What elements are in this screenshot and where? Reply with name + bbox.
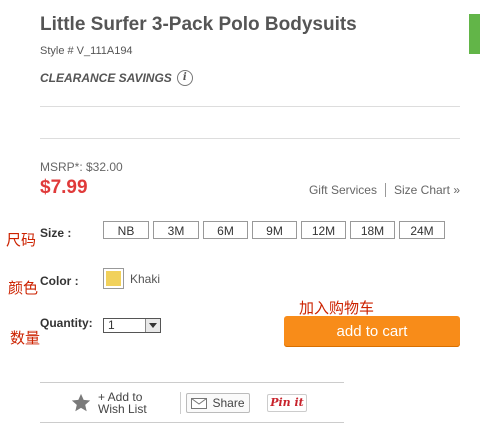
divider — [40, 382, 344, 383]
color-label: Color : — [40, 274, 79, 288]
size-option-3m[interactable]: 3M — [153, 221, 199, 239]
wishlist-line2: Wish List — [98, 402, 147, 416]
product-title: Little Surfer 3-Pack Polo Bodysuits — [40, 14, 357, 35]
green-corner-tab — [469, 14, 480, 54]
size-label: Size : — [40, 226, 72, 240]
quantity-value: 1 — [108, 318, 115, 332]
info-icon[interactable]: i — [176, 70, 193, 86]
product-links: Gift Services Size Chart » — [309, 183, 460, 197]
link-separator — [384, 183, 386, 197]
color-swatch-khaki[interactable] — [103, 268, 124, 289]
color-annotation: 颜色 — [8, 279, 39, 297]
divider — [40, 422, 344, 423]
color-name: Khaki — [130, 272, 161, 286]
size-annotation: 尺码 — [6, 231, 37, 249]
swatch-fill — [106, 271, 121, 286]
divider — [40, 106, 460, 107]
size-chart-link[interactable]: Size Chart » — [394, 183, 460, 197]
quantity-label: Quantity: — [40, 316, 93, 330]
size-option-12m[interactable]: 12M — [301, 221, 346, 239]
share-label: Share — [212, 396, 245, 410]
quantity-annotation: 数量 — [10, 329, 41, 347]
wishlist-label: + Add to Wish List — [98, 391, 147, 415]
gift-services-link[interactable]: Gift Services — [309, 183, 377, 197]
size-option-nb[interactable]: NB — [103, 221, 149, 239]
size-option-24m[interactable]: 24M — [399, 221, 445, 239]
sale-price: $7.99 — [40, 177, 88, 198]
star-icon — [71, 393, 91, 412]
quantity-select[interactable]: 1 — [103, 318, 161, 333]
divider — [180, 392, 181, 414]
size-option-18m[interactable]: 18M — [350, 221, 395, 239]
size-option-9m[interactable]: 9M — [252, 221, 297, 239]
msrp-price: MSRP*: $32.00 — [40, 160, 123, 174]
add-to-wishlist-button[interactable]: + Add to Wish List — [70, 391, 147, 415]
envelope-icon — [191, 397, 208, 409]
chevron-down-icon[interactable] — [145, 319, 160, 332]
style-number: Style # V_111A194 — [40, 45, 133, 57]
add-to-cart-button[interactable]: add to cart — [284, 316, 460, 347]
size-options: NB 3M 6M 9M 12M 18M 24M — [103, 221, 445, 239]
pinterest-pin-button[interactable]: Pin it — [267, 394, 307, 412]
add-to-cart-annotation: 加入购物车 — [299, 299, 375, 317]
clearance-label: CLEARANCE SAVINGS — [40, 71, 172, 85]
size-option-6m[interactable]: 6M — [203, 221, 248, 239]
clearance-savings: CLEARANCE SAVINGS i — [40, 70, 193, 86]
divider — [40, 138, 460, 139]
share-button[interactable]: Share — [186, 393, 250, 413]
